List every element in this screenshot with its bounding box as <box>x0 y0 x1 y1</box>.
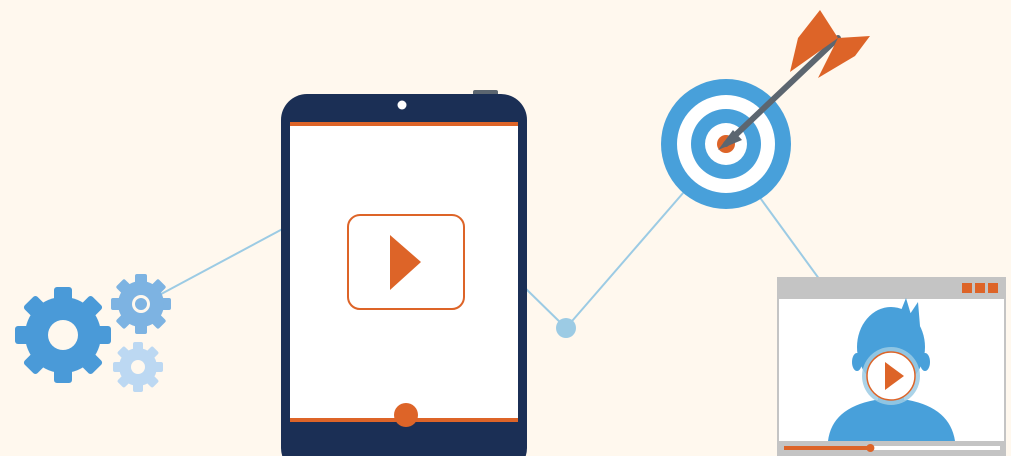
video-progress-handle[interactable] <box>866 444 875 452</box>
node-dot-icon <box>556 318 576 338</box>
tablet-home-button <box>394 403 418 427</box>
tablet-screen-top-bar <box>290 122 518 126</box>
video-play-button[interactable] <box>862 347 920 405</box>
dart-icon <box>718 10 870 150</box>
window-control-buttons <box>962 283 998 293</box>
infographic-scene <box>15 10 1006 456</box>
connector-line-node-target <box>565 184 691 329</box>
gear-small <box>113 342 163 392</box>
gears-icon <box>15 274 171 392</box>
video-progress-fill <box>784 446 871 450</box>
video-window-icon <box>777 277 1006 456</box>
tablet-camera <box>397 100 407 110</box>
gear-medium <box>111 274 171 334</box>
gear-large <box>15 287 111 383</box>
connector-line-gears-tablet <box>149 224 291 301</box>
tablet-icon <box>281 90 527 456</box>
